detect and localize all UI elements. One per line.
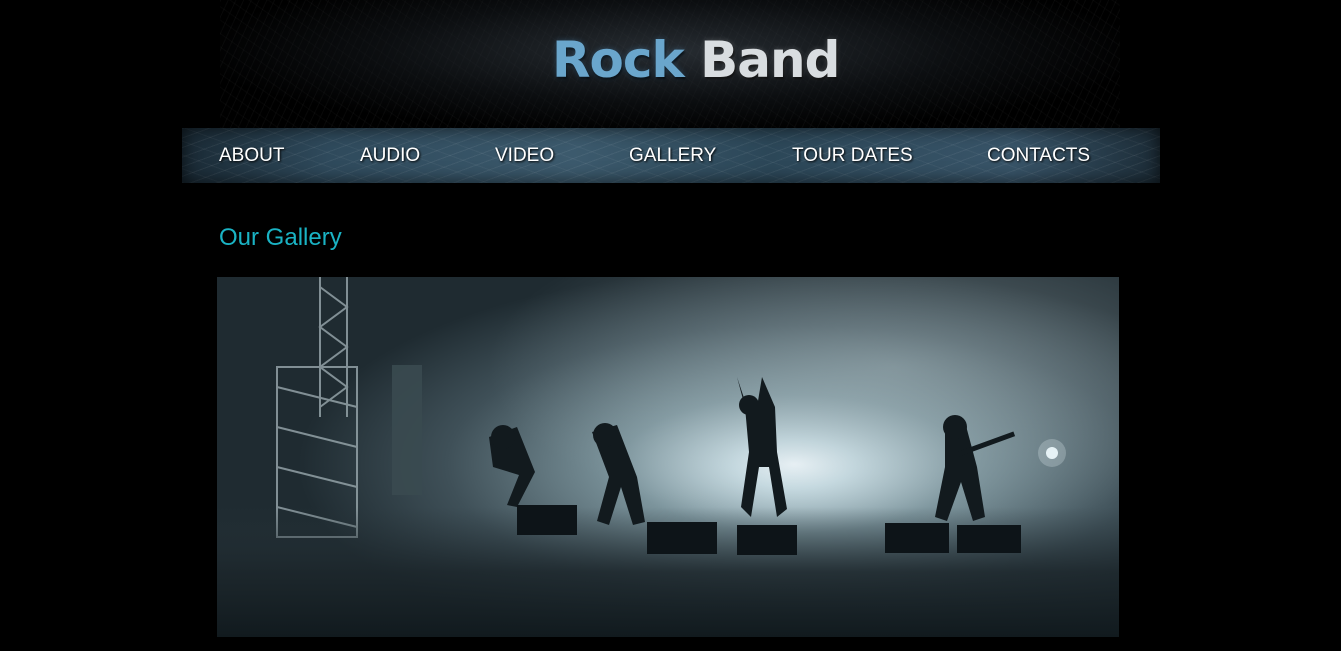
concert-photo-illustration [217,277,1119,637]
site-logo[interactable]: Rock Band [552,30,840,90]
nav-item-contacts[interactable]: CONTACTS [987,128,1090,183]
nav-item-audio[interactable]: AUDIO [360,128,420,183]
nav-item-tour-dates[interactable]: TOUR DATES [792,128,913,183]
nav-item-video[interactable]: VIDEO [495,128,554,183]
logo-word-rock: Rock [552,31,685,89]
gallery-photo[interactable] [217,277,1119,637]
main-nav: ABOUT AUDIO VIDEO GALLERY TOUR DATES CON… [182,128,1160,183]
nav-item-gallery[interactable]: GALLERY [629,128,716,183]
logo-word-band: Band [700,31,840,89]
nav-item-about[interactable]: ABOUT [219,128,284,183]
page-title: Our Gallery [219,224,342,251]
